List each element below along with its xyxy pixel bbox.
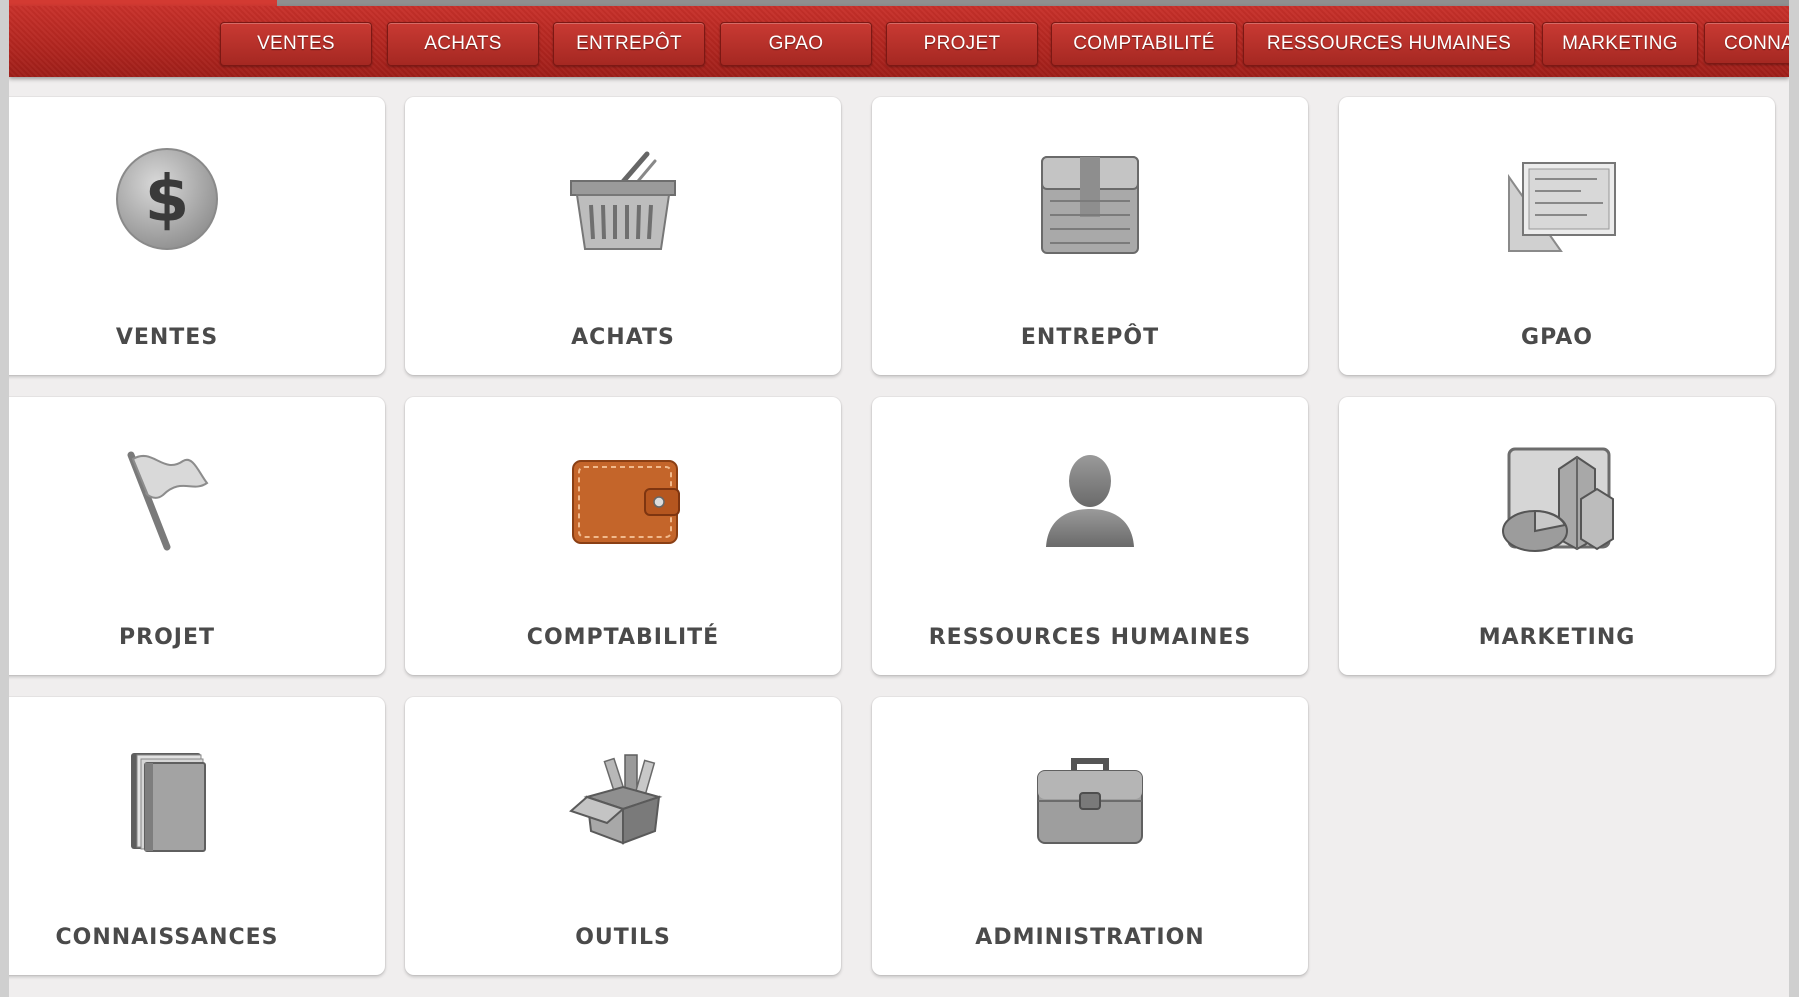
tile-label: ACHATS [571,325,675,350]
menu-item-achats[interactable]: ACHATS [387,22,539,66]
tile-achats[interactable]: ACHATS [405,97,841,375]
tile-label: PROJET [119,625,215,650]
storage-crate-icon [1030,139,1150,259]
svg-text:$: $ [145,163,190,237]
app-grid: $ VENTES ACHATS ENTREPÔT GPAO PROJET COM… [0,77,1789,997]
tools-box-icon [563,739,683,859]
tile-label: RESSOURCES HUMAINES [928,625,1252,650]
tile-ressources-humaines[interactable]: RESSOURCES HUMAINES [872,397,1308,675]
top-menu-bar: VENTES ACHATS ENTREPÔT GPAO PROJET COMPT… [9,6,1789,77]
flag-icon [107,439,227,559]
menu-item-ressources-humaines[interactable]: RESSOURCES HUMAINES [1243,22,1535,66]
tile-connaissances[interactable]: CONNAISSANCES [0,697,385,975]
tile-label: ENTREPÔT [1020,325,1160,350]
tile-marketing[interactable]: MARKETING [1339,397,1775,675]
tile-comptabilite[interactable]: COMPTABILITÉ [405,397,841,675]
app-window: VENTES ACHATS ENTREPÔT GPAO PROJET COMPT… [0,0,1799,997]
blueprint-drafting-icon [1497,139,1617,259]
menu-item-marketing[interactable]: MARKETING [1542,22,1698,66]
menu-item-connaissances[interactable]: CONNAISSANCES [1704,22,1789,64]
menu-item-comptabilite[interactable]: COMPTABILITÉ [1051,22,1237,66]
tile-label: CONNAISSANCES [55,925,279,950]
tile-outils[interactable]: OUTILS [405,697,841,975]
tile-label: COMPTABILITÉ [526,625,720,650]
briefcase-icon [1030,739,1150,859]
tile-label: VENTES [115,325,219,350]
menu-item-ventes[interactable]: VENTES [220,22,372,66]
tile-label: OUTILS [575,925,671,950]
menu-item-entrepot[interactable]: ENTREPÔT [553,22,705,66]
menu-item-projet[interactable]: PROJET [886,22,1038,66]
tile-label: GPAO [1521,325,1593,350]
window-right-border [1789,0,1799,997]
menu-item-gpao[interactable]: GPAO [720,22,872,66]
books-icon [107,739,227,859]
tile-entrepot[interactable]: ENTREPÔT [872,97,1308,375]
tile-administration[interactable]: ADMINISTRATION [872,697,1308,975]
person-icon [1030,439,1150,559]
tile-projet[interactable]: PROJET [0,397,385,675]
tile-label: ADMINISTRATION [975,925,1205,950]
tile-label: MARKETING [1478,625,1636,650]
dollar-coin-icon: $ [107,139,227,259]
shopping-basket-icon [563,139,683,259]
window-left-border [0,0,9,997]
tile-gpao[interactable]: GPAO [1339,97,1775,375]
wallet-icon [563,439,683,559]
tile-ventes[interactable]: $ VENTES [0,97,385,375]
chart-icon [1497,439,1617,559]
